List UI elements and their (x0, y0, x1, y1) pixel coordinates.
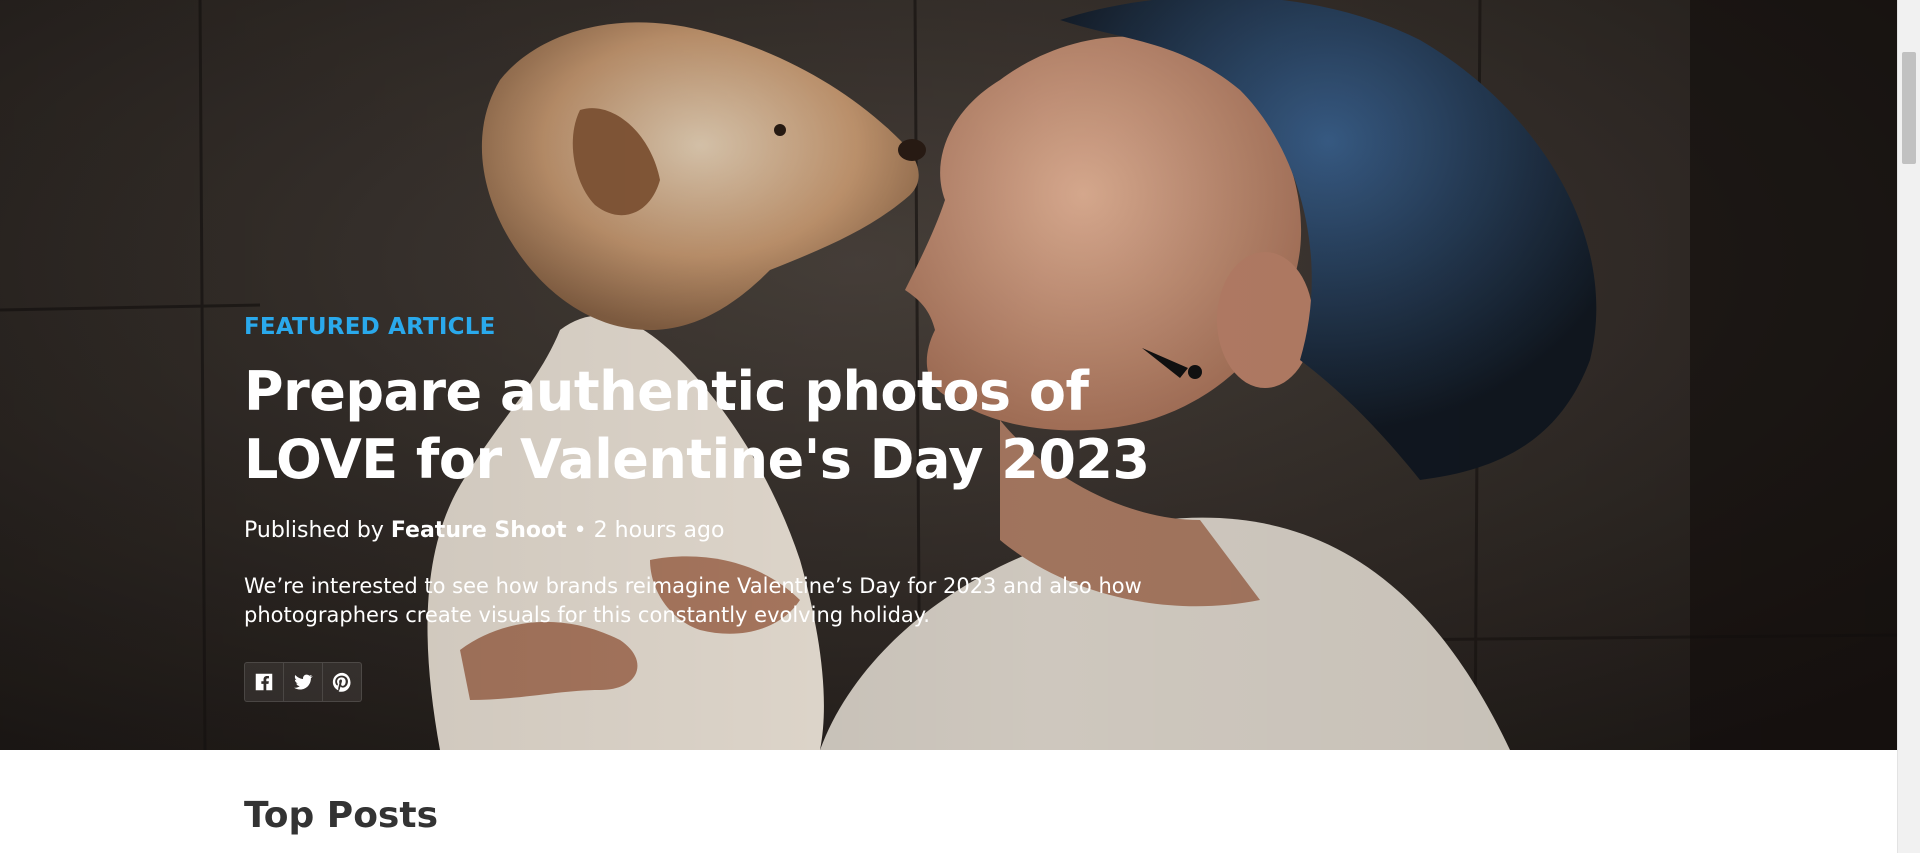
page: FEATURED ARTICLE Prepare authentic photo… (0, 0, 1920, 853)
hero-content: FEATURED ARTICLE Prepare authentic photo… (244, 310, 1184, 702)
share-buttons (244, 662, 362, 702)
byline-separator: • (573, 518, 587, 543)
scrollbar-thumb[interactable] (1902, 52, 1916, 164)
pinterest-icon (332, 672, 351, 692)
article-headline[interactable]: Prepare authentic photos of LOVE for Val… (244, 358, 1184, 494)
author-link[interactable]: Feature Shoot (391, 518, 567, 543)
byline-prefix: Published by (244, 518, 384, 543)
featured-article-hero[interactable]: FEATURED ARTICLE Prepare authentic photo… (0, 0, 1898, 750)
share-twitter-button[interactable] (284, 663, 323, 701)
headline-line-1[interactable]: Prepare authentic photos of (244, 360, 1089, 423)
page-scrollbar[interactable] (1897, 0, 1920, 853)
featured-article-label[interactable]: FEATURED ARTICLE (244, 310, 1184, 344)
share-pinterest-button[interactable] (323, 663, 361, 701)
share-facebook-button[interactable] (245, 663, 284, 701)
article-byline: Published by Feature Shoot • 2 hours ago (244, 516, 1184, 546)
headline-line-2[interactable]: LOVE for Valentine's Day 2023 (244, 428, 1150, 491)
facebook-icon (255, 673, 273, 691)
top-posts-heading: Top Posts (244, 795, 438, 836)
twitter-icon (294, 674, 313, 690)
publish-time: 2 hours ago (593, 518, 725, 543)
article-summary: We’re interested to see how brands reima… (244, 574, 1142, 627)
